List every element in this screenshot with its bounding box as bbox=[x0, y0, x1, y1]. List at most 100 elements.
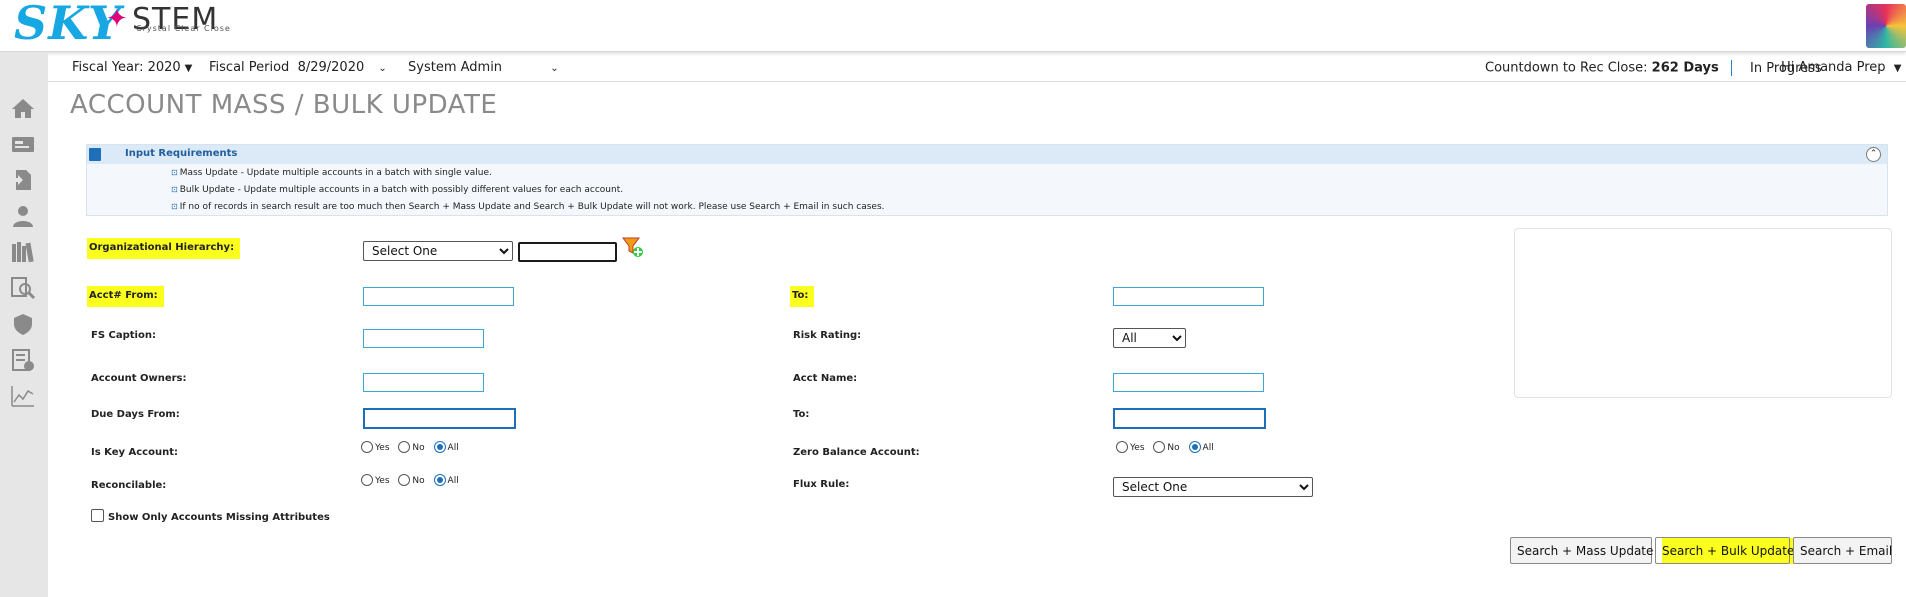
due-days-to-label: To: bbox=[793, 409, 810, 420]
acct-name-label: Acct Name: bbox=[793, 373, 858, 384]
radio-all[interactable]: All bbox=[433, 441, 459, 453]
filter-add-icon[interactable] bbox=[622, 236, 644, 258]
acct-to-input[interactable] bbox=[1113, 287, 1264, 306]
radio-button[interactable] bbox=[1116, 441, 1128, 453]
fs-caption-label: FS Caption: bbox=[91, 330, 156, 341]
account-owners-input[interactable] bbox=[363, 373, 484, 392]
reconcilable-label: Reconcilable: bbox=[91, 480, 167, 491]
org-hierarchy-input[interactable] bbox=[518, 242, 617, 262]
fiscal-period-label: Fiscal Period bbox=[209, 60, 290, 75]
radio-label: No bbox=[412, 442, 425, 453]
avatar[interactable] bbox=[1866, 4, 1906, 48]
radio-yes[interactable]: Yes bbox=[361, 474, 390, 486]
search-bulk-update-button[interactable]: Search + Bulk Update bbox=[1655, 537, 1794, 564]
radio-yes[interactable]: Yes bbox=[1116, 441, 1145, 453]
page-title: ACCOUNT MASS / BULK UPDATE bbox=[70, 90, 498, 120]
reconcilable-radio-group: Yes No All bbox=[361, 474, 465, 486]
acct-to-label: To: bbox=[790, 286, 815, 307]
radio-all[interactable]: All bbox=[433, 474, 459, 486]
role-text: System Admin bbox=[408, 60, 503, 75]
radio-all[interactable]: All bbox=[1188, 441, 1214, 453]
requirement-line: ⊡ Mass Update - Update multiple accounts … bbox=[171, 168, 492, 178]
chevron-down-icon: ⌄ bbox=[378, 63, 387, 74]
chart-icon[interactable] bbox=[10, 384, 36, 408]
user-greeting: Hi Amanda Prep bbox=[1781, 60, 1886, 75]
radio-button[interactable] bbox=[1153, 441, 1166, 453]
missing-attributes-checkbox[interactable] bbox=[91, 509, 104, 522]
requirement-line: ⊡ If no of records in search result are t… bbox=[171, 202, 885, 212]
role-dropdown[interactable]: System Admin ⌄ bbox=[408, 60, 559, 75]
search-email-button[interactable]: Search + Email bbox=[1793, 537, 1892, 564]
side-panel-box bbox=[1514, 228, 1892, 398]
logo-tagline: Crystal Clear Close bbox=[136, 24, 231, 33]
org-hierarchy-label: Organizational Hierarchy: bbox=[87, 238, 241, 259]
risk-rating-select[interactable]: All bbox=[1113, 328, 1186, 348]
logo-star-icon: ✦ bbox=[106, 4, 128, 34]
chevron-down-icon: ▼ bbox=[184, 63, 193, 74]
countdown: Countdown to Rec Close: 262 Days In Prog… bbox=[1485, 60, 1822, 76]
radio-label: Yes bbox=[1130, 442, 1145, 453]
account-owners-label: Account Owners: bbox=[91, 373, 187, 384]
radio-label: All bbox=[447, 442, 459, 453]
acct-name-input[interactable] bbox=[1113, 373, 1264, 392]
input-requirements-title: Input Requirements bbox=[125, 148, 238, 159]
card-icon[interactable] bbox=[10, 132, 36, 156]
radio-button[interactable] bbox=[361, 474, 373, 486]
fiscal-period-value: 8/29/2020 bbox=[297, 60, 365, 75]
radio-button-selected[interactable] bbox=[433, 441, 446, 453]
radio-yes[interactable]: Yes bbox=[361, 441, 390, 453]
shield-icon[interactable] bbox=[10, 312, 36, 336]
radio-no[interactable]: No bbox=[398, 474, 425, 486]
fiscal-period-dropdown[interactable]: Fiscal Period 8/29/2020 ⌄ bbox=[209, 60, 387, 75]
chevron-down-icon: ▼ bbox=[1893, 63, 1902, 74]
radio-label: No bbox=[412, 475, 425, 486]
fs-caption-input[interactable] bbox=[363, 329, 484, 348]
requirement-line: ⊡ Bulk Update - Update multiple accounts … bbox=[171, 185, 623, 195]
search-mass-update-button[interactable]: Search + Mass Update bbox=[1510, 537, 1653, 564]
requirement-text: Mass Update - Update multiple accounts i… bbox=[179, 168, 492, 178]
collapse-icon[interactable]: ⌃ bbox=[1866, 147, 1881, 162]
search-doc-icon[interactable] bbox=[10, 276, 36, 300]
checklist-icon[interactable] bbox=[10, 348, 36, 372]
zero-balance-label: Zero Balance Account: bbox=[793, 447, 920, 458]
document-icon[interactable] bbox=[10, 168, 36, 192]
risk-rating-label: Risk Rating: bbox=[793, 330, 862, 341]
zero-balance-radio-group: Yes No All bbox=[1116, 441, 1220, 453]
radio-button[interactable] bbox=[398, 441, 411, 453]
missing-attributes-label: Show Only Accounts Missing Attributes bbox=[108, 512, 330, 523]
radio-button[interactable] bbox=[398, 474, 411, 486]
fiscal-year-dropdown[interactable]: Fiscal Year: 2020 ▼ bbox=[72, 60, 192, 75]
flux-rule-label: Flux Rule: bbox=[793, 479, 850, 490]
radio-label: All bbox=[447, 475, 459, 486]
divider bbox=[1730, 60, 1732, 76]
user-menu[interactable]: Hi Amanda Prep ▼ bbox=[1781, 60, 1901, 75]
due-days-from-input[interactable] bbox=[363, 408, 516, 429]
top-bar: SKY ✦ STEM Crystal Clear Close bbox=[0, 0, 1906, 52]
fiscal-year-text: Fiscal Year: 2020 bbox=[72, 60, 181, 75]
acct-from-label: Acct# From: bbox=[87, 286, 164, 307]
org-hierarchy-select[interactable]: Select One bbox=[363, 241, 513, 261]
books-icon[interactable] bbox=[10, 240, 36, 264]
input-requirements-panel: Input Requirements ⌃ ⊡ Mass Update - Upda… bbox=[86, 144, 1888, 216]
due-days-from-label: Due Days From: bbox=[91, 409, 180, 420]
is-key-account-label: Is Key Account: bbox=[91, 447, 178, 458]
radio-label: All bbox=[1202, 442, 1214, 453]
radio-button[interactable] bbox=[361, 441, 373, 453]
due-days-to-input[interactable] bbox=[1113, 408, 1266, 429]
radio-label: No bbox=[1167, 442, 1180, 453]
flux-rule-select[interactable]: Select One bbox=[1113, 477, 1313, 497]
sub-header: Fiscal Year: 2020 ▼ Fiscal Period 8/29/20… bbox=[48, 52, 1906, 82]
requirement-text: If no of records in search result are to… bbox=[179, 202, 885, 212]
input-requirements-header[interactable]: Input Requirements ⌃ bbox=[87, 145, 1887, 164]
radio-no[interactable]: No bbox=[1153, 441, 1180, 453]
user-icon[interactable] bbox=[10, 204, 36, 228]
acct-from-input[interactable] bbox=[363, 287, 514, 306]
requirement-text: Bulk Update - Update multiple accounts i… bbox=[179, 185, 624, 195]
home-icon[interactable] bbox=[10, 96, 36, 120]
radio-label: Yes bbox=[375, 475, 390, 486]
radio-no[interactable]: No bbox=[398, 441, 425, 453]
chevron-down-icon: ⌄ bbox=[550, 63, 559, 74]
info-icon: ⊡ bbox=[171, 168, 178, 177]
radio-button-selected[interactable] bbox=[1188, 441, 1201, 453]
radio-button-selected[interactable] bbox=[433, 474, 446, 486]
